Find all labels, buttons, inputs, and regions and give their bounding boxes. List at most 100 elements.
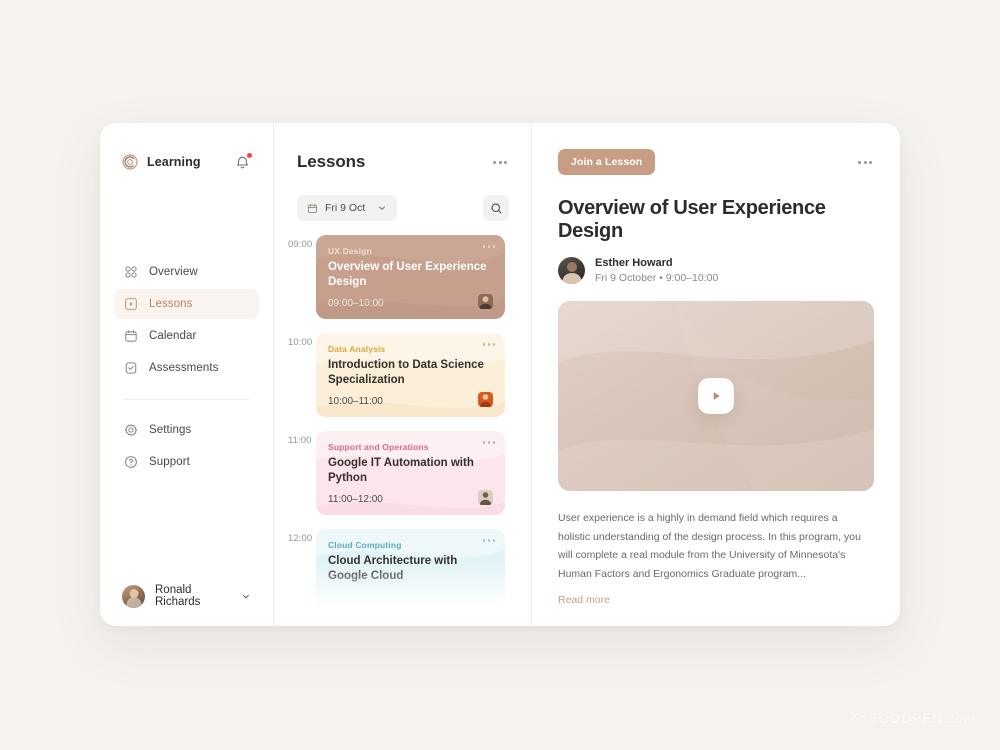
more-horizontal-icon	[858, 160, 861, 164]
avatar	[122, 584, 145, 608]
join-lesson-button[interactable]: Join a Lesson	[558, 149, 656, 175]
more-horizontal-icon	[482, 245, 485, 248]
lesson-title: Overview of User Experience Design	[328, 261, 487, 289]
lessons-more-button[interactable]	[491, 157, 509, 168]
sidebar-item-label: Calendar	[149, 330, 197, 342]
sidebar-item-label: Assessments	[149, 362, 219, 374]
lesson-title: Google IT Automation with Python	[328, 457, 474, 485]
play-square-icon	[125, 298, 137, 310]
lesson-card-more-button[interactable]	[482, 441, 495, 444]
timeline-slot: 09:00 UX Design Overview of User Experie…	[274, 235, 531, 333]
lesson-category: Data Analysis	[328, 344, 386, 354]
sidebar-item-lessons[interactable]: Lessons	[114, 289, 259, 319]
date-filter-value: Fri 9 Oct	[325, 202, 366, 214]
lesson-time-range: 10:00–11:00	[328, 396, 383, 407]
lesson-card[interactable]: Cloud Computing Cloud Architecture with …	[316, 529, 505, 613]
chevron-down-icon	[243, 594, 249, 598]
user-profile-button[interactable]: Ronald Richards	[114, 584, 259, 608]
lesson-card[interactable]: Support and Operations Google IT Automat…	[316, 431, 505, 515]
sidebar-item-overview[interactable]: Overview	[114, 257, 259, 287]
timeline-slot: 10:00 Data Analysis Introduction to Data…	[274, 333, 531, 431]
chevron-down-icon	[379, 206, 385, 210]
instructor-meta: Fri 9 October • 9:00–10:00	[595, 272, 719, 284]
avatar	[478, 294, 493, 309]
watermark-text: TOOOPEN.com	[869, 711, 976, 726]
more-horizontal-icon	[482, 441, 485, 444]
user-name: Ronald Richards	[155, 584, 201, 608]
lesson-card-more-button[interactable]	[482, 245, 495, 248]
lesson-time-range: 09:00–10:00	[328, 298, 384, 309]
more-horizontal-icon	[482, 343, 485, 346]
lesson-card-footer: 11:00–12:00	[328, 490, 493, 505]
lesson-title: Cloud Architecture with Google Cloud	[328, 555, 458, 583]
gear-icon	[124, 424, 138, 436]
lesson-card-more-button[interactable]	[482, 343, 495, 346]
brand-row: Learning	[114, 151, 259, 173]
lesson-card-footer: 10:00–11:00	[328, 392, 493, 407]
sidebar-item-calendar[interactable]: Calendar	[114, 321, 259, 351]
instructor-row: Esther Howard Fri 9 October • 9:00–10:00	[558, 257, 874, 284]
detail-more-button[interactable]	[856, 157, 874, 168]
grid-icon	[125, 266, 137, 278]
read-more-link[interactable]: Read more	[558, 594, 610, 606]
watermark: TOOOPEN.com	[851, 711, 976, 726]
sidebar-item-settings[interactable]: Settings	[114, 415, 259, 445]
instructor-info: Esther Howard Fri 9 October • 9:00–10:00	[595, 257, 718, 284]
sidebar-nav-lower: Settings Support	[114, 415, 259, 477]
more-horizontal-icon	[482, 539, 485, 542]
calendar-icon	[125, 330, 137, 342]
brand-name: Learning	[147, 155, 201, 169]
lesson-time-range: 11:00–12:00	[328, 494, 383, 505]
lesson-title: Introduction to Data Science Specializat…	[328, 359, 484, 387]
watermark-icon	[851, 712, 865, 722]
question-circle-icon	[125, 456, 137, 468]
lesson-card[interactable]: Data Analysis Introduction to Data Scien…	[316, 333, 505, 417]
panel-title: Lessons	[297, 152, 366, 171]
sidebar-item-label: Settings	[149, 424, 192, 436]
sidebar-item-support[interactable]: Support	[114, 447, 259, 477]
more-horizontal-icon	[493, 160, 496, 164]
search-button[interactable]	[483, 195, 509, 221]
spiral-logo-icon	[122, 154, 138, 170]
timeline-slot: 11:00 Support and Operations Google IT A…	[274, 431, 531, 529]
sidebar-item-assessments[interactable]: Assessments	[114, 353, 259, 383]
avatar	[478, 490, 493, 505]
lesson-card-footer: 09:00–10:00	[328, 294, 493, 309]
lessons-filter-row: Fri 9 Oct	[274, 195, 531, 221]
notification-dot	[247, 152, 252, 158]
lesson-detail-panel: Join a Lesson Overview of User Experienc…	[532, 123, 900, 626]
calendar-icon	[307, 203, 318, 213]
play-button[interactable]	[698, 378, 734, 414]
lesson-category: UX Design	[328, 246, 372, 256]
detail-header: Join a Lesson	[558, 149, 874, 175]
lessons-header: Lessons	[274, 149, 531, 175]
sidebar-item-label: Lessons	[149, 298, 193, 310]
sidebar-item-label: Overview	[149, 266, 198, 278]
lesson-card[interactable]: UX Design Overview of User Experience De…	[316, 235, 505, 319]
slot-time-label: 12:00	[288, 533, 313, 544]
notification-bell-button[interactable]	[234, 152, 252, 171]
brand: Learning	[122, 154, 201, 170]
app-window: Learning Overview Lessons Calendar Asses…	[100, 123, 900, 626]
lessons-timeline: 09:00 UX Design Overview of User Experie…	[274, 235, 531, 626]
checklist-icon	[125, 362, 137, 374]
search-icon	[491, 203, 501, 213]
lesson-card-more-button[interactable]	[482, 539, 495, 542]
video-player[interactable]	[558, 301, 874, 491]
avatar	[558, 257, 585, 284]
sidebar-divider	[124, 399, 249, 400]
instructor-name: Esther Howard	[595, 257, 673, 269]
date-filter-dropdown[interactable]: Fri 9 Oct	[297, 195, 397, 221]
slot-time-label: 10:00	[288, 337, 313, 348]
avatar	[478, 392, 493, 407]
sidebar-item-label: Support	[149, 456, 190, 468]
slot-time-label: 09:00	[288, 239, 313, 250]
slot-time-label: 11:00	[288, 435, 312, 446]
lesson-description: User experience is a highly in demand fi…	[558, 512, 861, 581]
page-title: Overview of User Experience Design	[558, 197, 826, 242]
play-icon	[713, 392, 720, 400]
lesson-category: Support and Operations	[328, 442, 429, 452]
sidebar-nav: Overview Lessons Calendar Assessments Se…	[114, 257, 259, 477]
lesson-category: Cloud Computing	[328, 540, 402, 550]
sidebar: Learning Overview Lessons Calendar Asses…	[100, 123, 274, 626]
